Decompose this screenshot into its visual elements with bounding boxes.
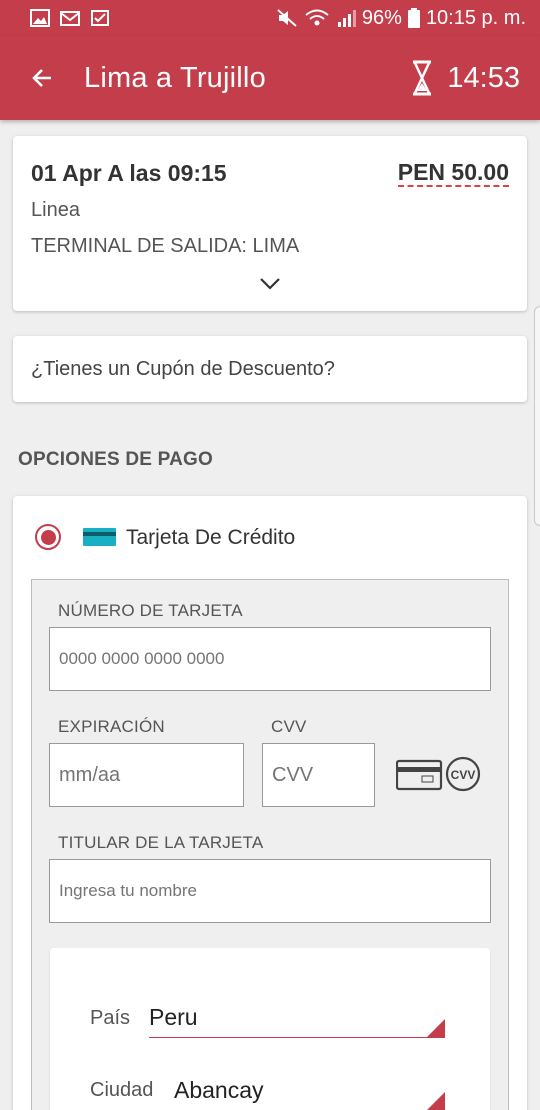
signal-icon	[337, 10, 356, 27]
mail-icon	[60, 11, 80, 26]
radio-selected-dot	[40, 529, 56, 545]
dropdown-triangle-icon	[427, 1019, 445, 1037]
trip-date-time: 01 Apr A las 09:15	[31, 160, 227, 186]
dropdown-triangle-icon	[427, 1092, 445, 1110]
cvv-icon-text: CVV	[451, 768, 476, 782]
wifi-icon	[305, 9, 329, 26]
cvv-label: CVV	[271, 717, 307, 736]
credit-card-radio[interactable]	[35, 524, 61, 550]
battery-percent: 96%	[361, 6, 402, 29]
coupon-label: ¿Tienes un Cupón de Descuento?	[31, 358, 335, 380]
notification-icon	[91, 10, 109, 26]
trip-summary-card[interactable]: 01 Apr A las 09:15 PEN 50.00 Linea TERMI…	[13, 136, 527, 311]
country-value: Peru	[149, 1004, 198, 1030]
payment-options-heading: OPCIONES DE PAGO	[18, 449, 213, 470]
cardholder-label: TITULAR DE LA TARJETA	[58, 833, 264, 852]
country-label: País	[90, 1007, 131, 1029]
expiry-input[interactable]	[49, 743, 244, 807]
countdown-timer: 14:53	[411, 60, 540, 96]
payment-options-card: Tarjeta De Crédito NÚMERO DE TARJETA EXP…	[13, 496, 527, 1110]
page-title: Lima a Trujillo	[84, 61, 266, 94]
cardholder-input[interactable]	[49, 859, 491, 923]
status-bar: 96% 10:15 p. m.	[0, 0, 540, 36]
billing-address-card: País Peru Ciudad Abancay	[50, 948, 490, 1110]
city-value: Abancay	[174, 1077, 264, 1103]
credit-card-icon	[83, 528, 116, 546]
cvv-help-icon: CVV	[396, 756, 481, 792]
clock: 10:15 p. m.	[425, 6, 526, 29]
cvv-input[interactable]	[262, 743, 375, 807]
expiry-label: EXPIRACIÓN	[58, 717, 165, 736]
gallery-icon	[30, 9, 50, 27]
payment-method-label: Tarjeta De Crédito	[126, 526, 296, 549]
trip-line: Linea	[31, 199, 80, 221]
card-number-input[interactable]	[49, 627, 491, 691]
side-panel-handle[interactable]	[534, 306, 540, 526]
city-label: Ciudad	[90, 1079, 154, 1101]
arrow-left-icon	[32, 69, 51, 87]
card-form: NÚMERO DE TARJETA EXPIRACIÓN CVV CVV TIT…	[31, 579, 509, 1110]
battery-icon	[407, 8, 420, 28]
mute-icon	[277, 9, 297, 27]
trip-terminal: TERMINAL DE SALIDA: LIMA	[31, 235, 300, 257]
coupon-button[interactable]: ¿Tienes un Cupón de Descuento?	[13, 336, 527, 402]
chevron-down-icon[interactable]	[258, 274, 282, 292]
trip-price: PEN 50.00	[397, 160, 509, 188]
timer-value: 14:53	[447, 61, 520, 94]
country-select[interactable]: Peru	[149, 998, 445, 1038]
app-bar: Lima a Trujillo 14:53	[0, 36, 540, 120]
back-button[interactable]	[0, 36, 84, 120]
hourglass-icon	[413, 60, 432, 96]
city-select[interactable]: Abancay	[174, 1071, 445, 1110]
card-number-label: NÚMERO DE TARJETA	[58, 601, 243, 620]
